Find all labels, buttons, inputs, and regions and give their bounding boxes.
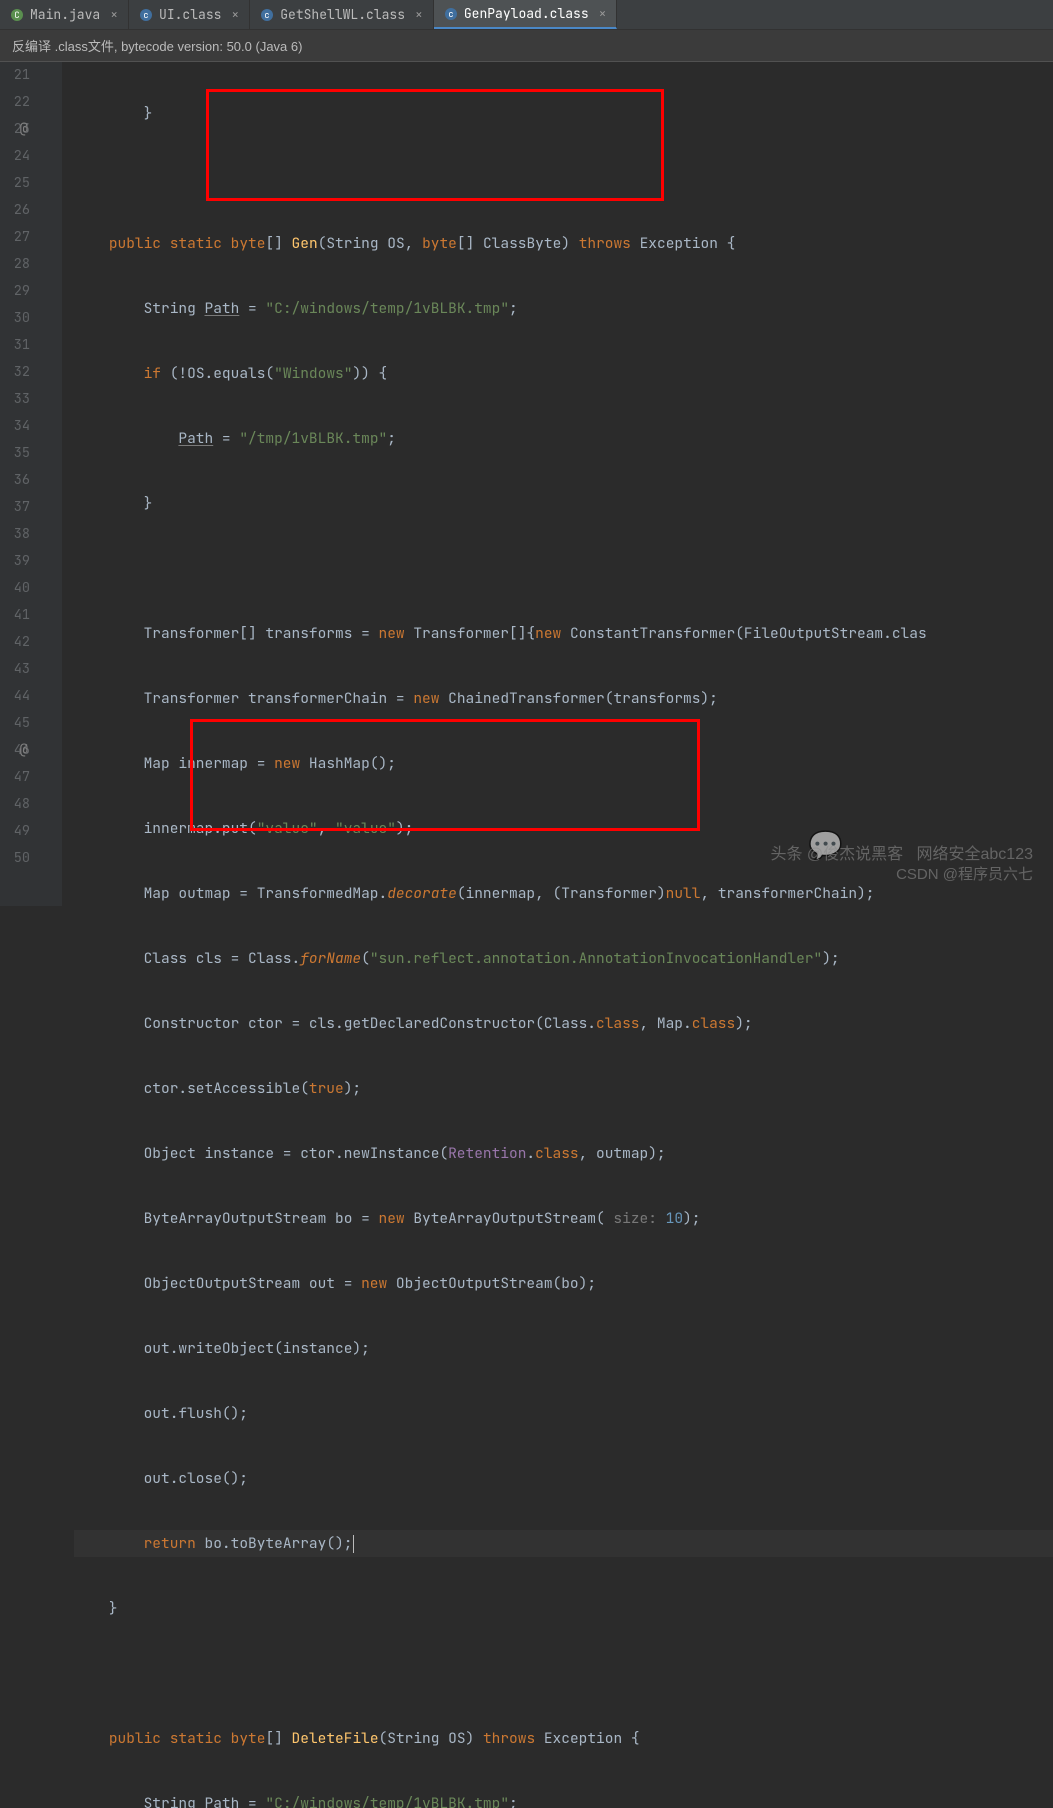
code-editor[interactable]: 212223@242526272829303132333435363738394… (0, 62, 1053, 906)
close-icon[interactable]: × (110, 6, 118, 23)
tab-ui-class[interactable]: c UI.class × (129, 0, 250, 29)
svg-text:C: C (14, 9, 19, 21)
code-area[interactable]: } public static byte[] Gen(String OS, by… (62, 62, 1053, 906)
tab-label: GenPayload.class (464, 5, 589, 22)
svg-text:c: c (448, 8, 453, 20)
editor-tabs: C Main.java × c UI.class × c GetShellWL.… (0, 0, 1053, 30)
text-caret (353, 1535, 354, 1553)
fold-column (48, 62, 62, 906)
java-class-icon: C (10, 8, 24, 22)
line-gutter: 212223@242526272829303132333435363738394… (0, 62, 48, 906)
wechat-icon: 💬 (808, 827, 843, 864)
decompiled-class-icon: c (139, 8, 153, 22)
tab-main-java[interactable]: C Main.java × (0, 0, 129, 29)
decompile-banner: 反编译 .class文件, bytecode version: 50.0 (Ja… (0, 30, 1053, 62)
tab-label: GetShellWL.class (280, 6, 405, 23)
decompiled-class-icon: c (260, 8, 274, 22)
close-icon[interactable]: × (415, 6, 423, 23)
close-icon[interactable]: × (599, 5, 607, 22)
tab-label: Main.java (30, 6, 100, 23)
tab-genpayload-class[interactable]: c GenPayload.class × (434, 0, 618, 29)
svg-text:c: c (143, 9, 148, 21)
svg-text:c: c (265, 9, 270, 21)
tab-getshellwl-class[interactable]: c GetShellWL.class × (250, 0, 434, 29)
tab-label: UI.class (159, 6, 221, 23)
close-icon[interactable]: × (231, 6, 239, 23)
decompiled-class-icon: c (444, 7, 458, 21)
